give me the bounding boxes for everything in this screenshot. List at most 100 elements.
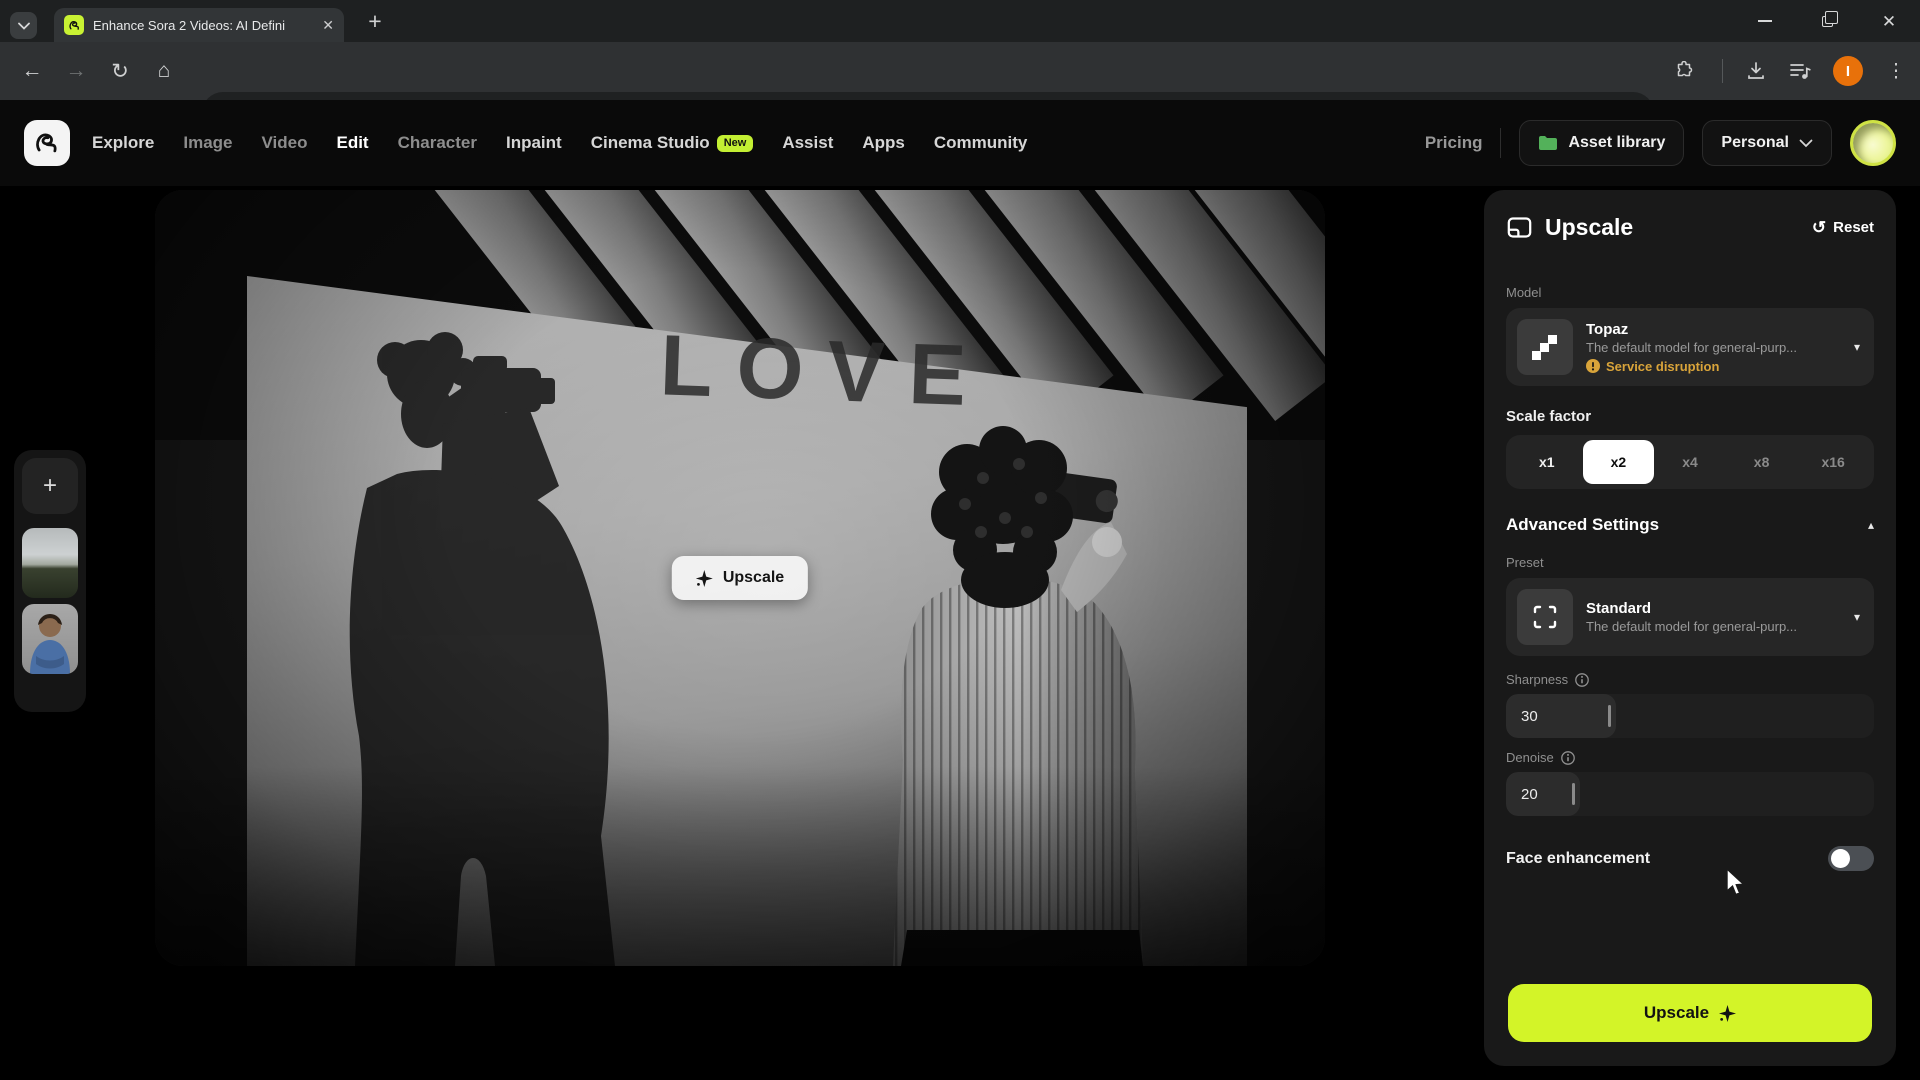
denoise-slider-fill: 20 xyxy=(1506,772,1580,816)
toggle-knob xyxy=(1831,849,1850,868)
denoise-slider[interactable]: 20 xyxy=(1506,772,1874,816)
forward-button[interactable]: → xyxy=(56,42,96,100)
upscale-submit-label: Upscale xyxy=(1643,1003,1710,1022)
window-close-button[interactable]: ✕ xyxy=(1858,0,1920,42)
minimize-icon xyxy=(1758,20,1772,22)
canvas-upscale-label: Upscale xyxy=(722,569,785,586)
sparkle-icon xyxy=(1719,1004,1737,1022)
denoise-info-icon[interactable] xyxy=(1560,750,1575,765)
tab-title: Enhance Sora 2 Videos: AI Defini xyxy=(93,17,285,33)
extensions-puzzle-icon[interactable] xyxy=(1664,42,1704,100)
reset-icon: ↺ xyxy=(1811,218,1827,237)
advanced-caret-up-icon: ▴ xyxy=(1867,518,1874,532)
browser-tab-strip: Enhance Sora 2 Videos: AI Defini ✕ + ✕ xyxy=(0,0,1920,42)
face-enhancement-toggle[interactable] xyxy=(1828,846,1874,871)
tab-close-icon[interactable]: ✕ xyxy=(322,18,334,32)
chevron-down-icon xyxy=(1799,139,1813,147)
new-tab-button[interactable]: + xyxy=(360,6,390,36)
user-avatar[interactable] xyxy=(1850,120,1896,166)
asset-library-label: Asset library xyxy=(1568,134,1666,151)
browser-menu-kebab-icon[interactable]: ⋮ xyxy=(1876,42,1916,100)
denoise-label: Denoise xyxy=(1506,750,1554,765)
browser-profile-avatar[interactable]: I xyxy=(1833,56,1863,86)
toolbar-divider xyxy=(1722,59,1723,83)
nav-cinema-studio-label: Cinema Studio xyxy=(590,133,710,152)
preset-thumbnail-icon xyxy=(1517,589,1573,645)
main-nav: Explore Image Video Edit Character Inpai… xyxy=(92,133,1027,153)
denoise-value: 20 xyxy=(1521,785,1538,803)
nav-inpaint[interactable]: Inpaint xyxy=(506,133,562,153)
model-selector[interactable]: Topaz The default model for general-purp… xyxy=(1506,308,1874,386)
preset-caret-icon: ▾ xyxy=(1853,610,1860,624)
site-header: Explore Image Video Edit Character Inpai… xyxy=(0,100,1920,186)
reload-button[interactable]: ↻ xyxy=(100,42,140,100)
face-enhancement-label: Face enhancement xyxy=(1506,849,1651,867)
sharpness-info-icon[interactable] xyxy=(1575,672,1590,687)
preset-selector[interactable]: Standard The default model for general-p… xyxy=(1506,578,1874,656)
media-thumbnail-portrait[interactable] xyxy=(22,604,78,674)
nav-image[interactable]: Image xyxy=(183,133,232,153)
nav-assist[interactable]: Assist xyxy=(782,133,833,153)
scale-x16[interactable]: x16 xyxy=(1797,440,1869,484)
model-label: Model xyxy=(1506,285,1542,300)
preset-label: Preset xyxy=(1506,555,1544,570)
sharpness-slider-handle[interactable] xyxy=(1608,705,1612,727)
sharpness-label: Sharpness xyxy=(1506,672,1569,687)
asset-library-button[interactable]: Asset library xyxy=(1519,120,1685,166)
reset-button[interactable]: ↺ Reset xyxy=(1812,219,1874,236)
model-warning-text: Service disruption xyxy=(1606,358,1720,374)
model-description: The default model for general-purp... xyxy=(1586,339,1798,355)
scale-x1[interactable]: x1 xyxy=(1511,440,1583,484)
nav-explore[interactable]: Explore xyxy=(92,133,154,153)
higgsfield-logo[interactable] xyxy=(24,120,70,166)
tab-search-chevron-icon[interactable] xyxy=(10,12,37,39)
denoise-slider-handle[interactable] xyxy=(1571,783,1575,805)
back-button[interactable]: ← xyxy=(12,42,52,100)
scale-factor-control: x1 x2 x4 x8 x16 xyxy=(1506,435,1874,489)
window-minimize-button[interactable] xyxy=(1734,0,1796,42)
panel-title: Upscale xyxy=(1545,214,1634,240)
media-queue-icon[interactable] xyxy=(1780,42,1820,100)
preset-description: The default model for general-purp... xyxy=(1586,619,1798,634)
nav-apps[interactable]: Apps xyxy=(862,133,905,153)
nav-video[interactable]: Video xyxy=(262,133,308,153)
scale-x8[interactable]: x8 xyxy=(1726,440,1798,484)
model-thumbnail-icon xyxy=(1517,319,1573,375)
scale-x4[interactable]: x4 xyxy=(1654,440,1726,484)
nav-character[interactable]: Character xyxy=(398,133,477,153)
nav-cinema-studio[interactable]: Cinema Studio New xyxy=(591,133,754,153)
close-icon: ✕ xyxy=(1881,11,1897,31)
browser-tab[interactable]: Enhance Sora 2 Videos: AI Defini ✕ xyxy=(54,8,344,42)
nav-edit[interactable]: Edit xyxy=(336,133,368,153)
media-rail: + xyxy=(14,450,86,712)
photo-bottom-fade xyxy=(155,766,1325,966)
sharpness-slider-fill: 30 xyxy=(1506,694,1617,738)
home-button[interactable]: ⌂ xyxy=(144,42,184,100)
nav-pricing[interactable]: Pricing xyxy=(1425,133,1483,153)
upscale-panel-icon xyxy=(1507,217,1532,238)
sharpness-value: 30 xyxy=(1521,707,1538,725)
sharpness-slider[interactable]: 30 xyxy=(1506,694,1874,738)
browser-toolbar: ← → ↻ ⌂ higgsfield.ai/upscale?media=imag… xyxy=(0,42,1920,134)
warning-icon xyxy=(1586,359,1600,373)
header-divider xyxy=(1500,128,1502,158)
downloads-icon[interactable] xyxy=(1736,42,1776,100)
reset-label: Reset xyxy=(1833,219,1874,236)
mouse-cursor xyxy=(1726,868,1746,896)
advanced-settings-label: Advanced Settings xyxy=(1506,515,1660,534)
window-restore-button[interactable] xyxy=(1796,0,1858,42)
sparkle-icon xyxy=(695,569,713,587)
add-media-button[interactable]: + xyxy=(22,458,78,514)
upscale-submit-button[interactable]: Upscale xyxy=(1508,984,1872,1042)
nav-community[interactable]: Community xyxy=(934,133,1028,153)
workspace-label: Personal xyxy=(1721,134,1789,151)
higgsfield-favicon-icon xyxy=(64,15,84,35)
scale-factor-label: Scale factor xyxy=(1506,408,1592,425)
restore-icon xyxy=(1821,10,1838,27)
workspace-selector[interactable]: Personal xyxy=(1702,120,1832,166)
scale-x2[interactable]: x2 xyxy=(1582,440,1655,484)
upscale-panel: Upscale ↺ Reset Model Topaz The default … xyxy=(1484,190,1896,1066)
canvas-upscale-button[interactable]: Upscale xyxy=(671,556,809,600)
media-thumbnail-landscape[interactable] xyxy=(22,528,78,598)
advanced-settings-toggle[interactable]: Advanced Settings ▴ xyxy=(1506,515,1874,535)
